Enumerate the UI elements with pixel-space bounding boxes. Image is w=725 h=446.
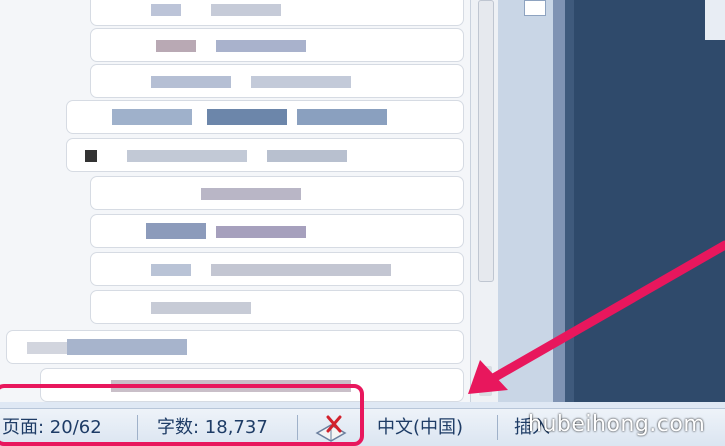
language-label: 中文(中国) <box>377 417 464 438</box>
watermark-text: hubeihong.com <box>528 412 706 437</box>
annotation-arrow <box>468 240 725 394</box>
language-indicator[interactable]: 中文(中国) <box>377 409 463 446</box>
status-separator <box>497 415 498 440</box>
highlight-box <box>0 384 364 446</box>
